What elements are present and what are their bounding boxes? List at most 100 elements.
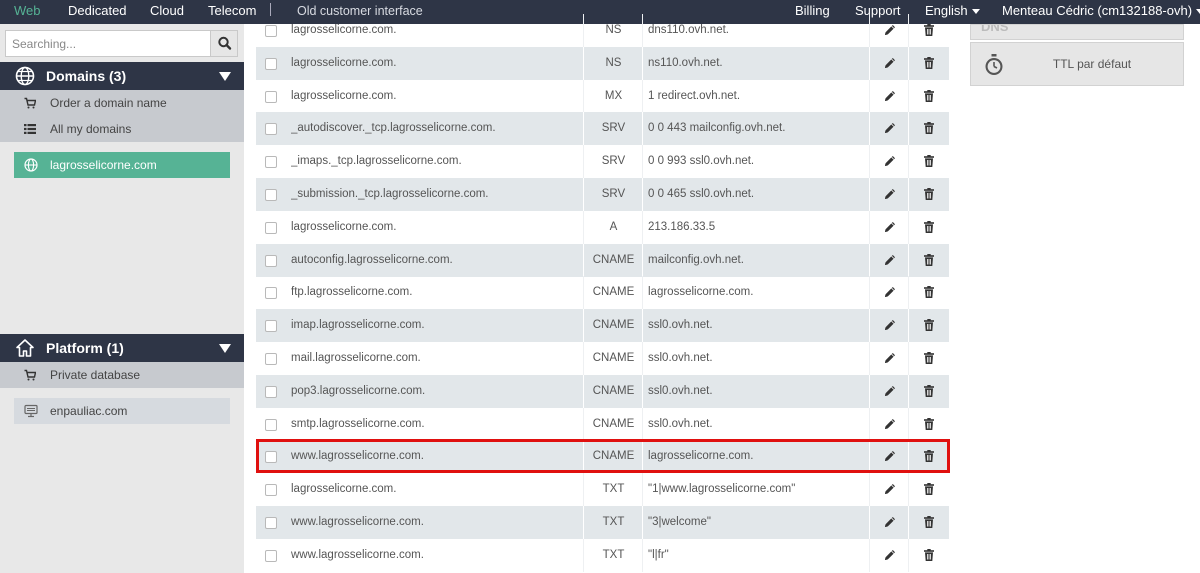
private-database-link[interactable]: Private database (0, 362, 244, 388)
row-checkbox[interactable] (265, 156, 277, 169)
trash-icon[interactable] (922, 351, 936, 365)
search-input[interactable] (6, 31, 212, 56)
record-domain: www.lagrosselicorne.com. (291, 516, 424, 528)
row-checkbox[interactable] (265, 57, 277, 70)
trash-icon[interactable] (922, 285, 936, 299)
row-checkbox[interactable] (265, 451, 277, 464)
column-divider (583, 46, 584, 80)
pencil-icon[interactable] (883, 417, 897, 431)
trash-icon[interactable] (922, 121, 936, 135)
pencil-icon[interactable] (883, 89, 897, 103)
row-checkbox[interactable] (265, 320, 277, 333)
row-checkbox[interactable] (265, 221, 277, 234)
pencil-icon[interactable] (883, 56, 897, 70)
row-checkbox[interactable] (265, 287, 277, 300)
column-divider (583, 178, 584, 211)
column-divider (908, 210, 909, 244)
platform-item[interactable]: enpauliac.com (14, 398, 230, 424)
order-domain-link[interactable]: Order a domain name (0, 90, 244, 116)
row-checkbox[interactable] (265, 189, 277, 201)
column-divider (908, 79, 909, 113)
row-checkbox[interactable] (265, 385, 277, 398)
column-divider (908, 506, 909, 539)
pencil-icon[interactable] (883, 285, 897, 299)
ttl-default-button[interactable]: TTL par défaut (970, 42, 1184, 86)
stopwatch-icon (985, 54, 1003, 75)
trash-icon[interactable] (922, 154, 936, 168)
column-divider (642, 112, 643, 146)
pencil-icon[interactable] (883, 384, 897, 398)
user-menu[interactable]: Menteau Cédric (cm132188-ovh) (1002, 0, 1200, 24)
nav-cloud[interactable]: Cloud (150, 0, 184, 24)
pencil-icon[interactable] (883, 482, 897, 496)
column-divider (642, 506, 643, 539)
nav-telecom[interactable]: Telecom (208, 0, 256, 24)
ttl-default-label: TTL par défaut (1052, 57, 1132, 71)
trash-icon[interactable] (922, 417, 936, 431)
platform-section-header[interactable]: Platform (1) (0, 334, 244, 362)
row-checkbox[interactable] (265, 517, 277, 529)
trash-icon[interactable] (922, 253, 936, 267)
trash-icon[interactable] (922, 515, 936, 529)
trash-icon[interactable] (922, 89, 936, 103)
all-domains-link[interactable]: All my domains (0, 116, 244, 142)
platform-title: Platform (1) (46, 340, 124, 356)
row-checkbox[interactable] (265, 353, 277, 365)
collapse-triangle-icon[interactable] (219, 72, 231, 81)
domains-section-header[interactable]: Domains (3) (0, 62, 244, 90)
row-checkbox[interactable] (265, 484, 277, 497)
column-divider (869, 145, 870, 179)
column-divider (869, 374, 870, 408)
trash-icon[interactable] (922, 220, 936, 234)
trash-icon[interactable] (922, 187, 936, 201)
column-divider (583, 14, 584, 47)
record-target: ns110.ovh.net. (648, 56, 723, 69)
nav-web[interactable]: Web (14, 0, 41, 24)
pencil-icon[interactable] (883, 121, 897, 135)
row-checkbox[interactable] (265, 549, 277, 562)
trash-icon[interactable] (922, 384, 936, 398)
pencil-icon[interactable] (883, 351, 897, 365)
pencil-icon[interactable] (883, 548, 897, 562)
pencil-icon[interactable] (883, 318, 897, 332)
row-checkbox[interactable] (265, 254, 277, 267)
column-divider (583, 473, 584, 507)
domain-item-label: lagrosselicorne.com (50, 158, 157, 172)
pencil-icon[interactable] (883, 515, 897, 529)
collapse-triangle-icon[interactable] (219, 344, 231, 353)
row-checkbox[interactable] (265, 418, 277, 431)
pencil-icon[interactable] (883, 154, 897, 168)
table-row: mail.lagrosselicorne.com. CNAME ssl0.ovh.n… (256, 342, 949, 375)
row-checkbox[interactable] (265, 25, 277, 37)
column-divider (908, 243, 909, 277)
dns-panel-header: DNS (970, 24, 1184, 40)
platform-item-label: enpauliac.com (50, 404, 128, 418)
pencil-icon[interactable] (883, 253, 897, 267)
search-button[interactable] (210, 31, 237, 56)
row-checkbox[interactable] (265, 123, 277, 136)
nav-dedicated[interactable]: Dedicated (68, 0, 127, 24)
trash-icon[interactable] (922, 449, 936, 463)
search-icon (218, 36, 232, 50)
column-divider (642, 407, 643, 441)
trash-icon[interactable] (922, 548, 936, 562)
trash-icon[interactable] (922, 318, 936, 332)
pencil-icon[interactable] (883, 23, 897, 37)
column-divider (583, 210, 584, 244)
row-checkbox[interactable] (265, 90, 277, 103)
pencil-icon[interactable] (883, 220, 897, 234)
column-divider (642, 210, 643, 244)
pencil-icon[interactable] (883, 449, 897, 463)
column-divider (869, 473, 870, 507)
globe-icon (15, 66, 35, 86)
list-icon (24, 124, 36, 134)
trash-icon[interactable] (922, 23, 936, 37)
pencil-icon[interactable] (883, 187, 897, 201)
trash-icon[interactable] (922, 482, 936, 496)
column-divider (908, 374, 909, 408)
table-row: pop3.lagrosselicorne.com. CNAME ssl0.ovh.n… (256, 374, 949, 408)
record-target: ssl0.ovh.net. (648, 417, 713, 430)
domain-item-selected[interactable]: lagrosselicorne.com (14, 152, 230, 178)
trash-icon[interactable] (922, 56, 936, 70)
record-target: 0 0 465 ssl0.ovh.net. (648, 188, 755, 200)
